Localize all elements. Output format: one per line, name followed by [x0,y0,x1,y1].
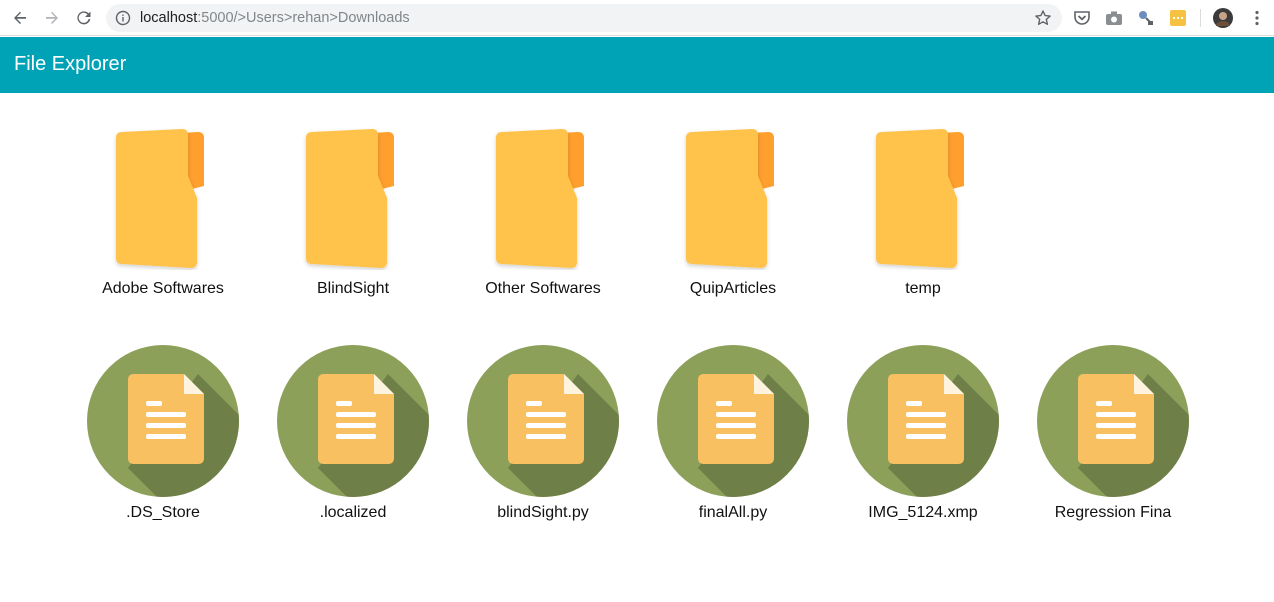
bookmark-star-icon[interactable] [1034,9,1052,32]
folder-item[interactable]: Other Softwares [448,120,638,310]
folder-item[interactable]: Adobe Softwares [68,120,258,310]
camera-icon[interactable] [1104,8,1124,28]
folder-icon [258,120,448,278]
avatar[interactable] [1213,8,1233,28]
folder-icon [448,120,638,278]
file-icon [828,344,1018,502]
file-icon [638,344,828,502]
file-item-label: .DS_Store [126,504,200,521]
folder-icon [828,120,1018,278]
file-icon [258,344,448,502]
file-item[interactable]: Regression Fina [1018,340,1208,530]
file-item-label: Regression Fina [1054,504,1172,521]
app-title: File Explorer [14,53,127,75]
url-text: localhost:5000/>Users>rehan>Downloads [140,10,410,26]
file-item[interactable]: .localized [258,340,448,530]
folder-item-label: Other Softwares [485,280,601,297]
reload-icon[interactable] [72,6,96,30]
extension-icon[interactable] [1168,8,1188,28]
file-item[interactable]: IMG_5124.xmp [828,340,1018,530]
file-item[interactable]: blindSight.py [448,340,638,530]
site-info-icon[interactable] [115,10,131,31]
back-icon[interactable] [8,6,32,30]
file-item-label: finalAll.py [698,504,768,521]
folder-item-label: BlindSight [316,280,390,297]
folder-item-label: QuipArticles [689,280,777,297]
forward-icon[interactable] [40,6,64,30]
app-header: File Explorer [0,37,1274,93]
url-path: :5000/>Users>rehan>Downloads [197,10,410,26]
toolbar-divider [1200,9,1201,27]
file-item-label: blindSight.py [497,504,589,521]
folder-icon [68,120,258,278]
folder-grid: Adobe Softwares BlindSight Other Softwar… [68,120,1208,320]
file-grid: .DS_Store .localized blindSight.py final… [68,340,1208,540]
folder-icon [638,120,828,278]
satellite-icon[interactable] [1136,8,1156,28]
folder-item-label: Adobe Softwares [102,280,224,297]
file-icon [448,344,638,502]
address-bar[interactable]: localhost:5000/>Users>rehan>Downloads [106,4,1062,32]
folder-item-label: temp [905,280,941,297]
menu-kebab-icon[interactable] [1247,8,1267,28]
file-item[interactable]: .DS_Store [68,340,258,530]
file-icon [68,344,258,502]
browser-toolbar: localhost:5000/>Users>rehan>Downloads [0,0,1274,36]
file-item-label: IMG_5124.xmp [868,504,978,521]
url-host: localhost [140,10,198,26]
file-item-label: .localized [319,504,387,521]
folder-item[interactable]: temp [828,120,1018,310]
folder-item[interactable]: BlindSight [258,120,448,310]
file-item[interactable]: finalAll.py [638,340,828,530]
file-icon [1018,344,1208,502]
pocket-icon[interactable] [1072,8,1092,28]
folder-item[interactable]: QuipArticles [638,120,828,310]
